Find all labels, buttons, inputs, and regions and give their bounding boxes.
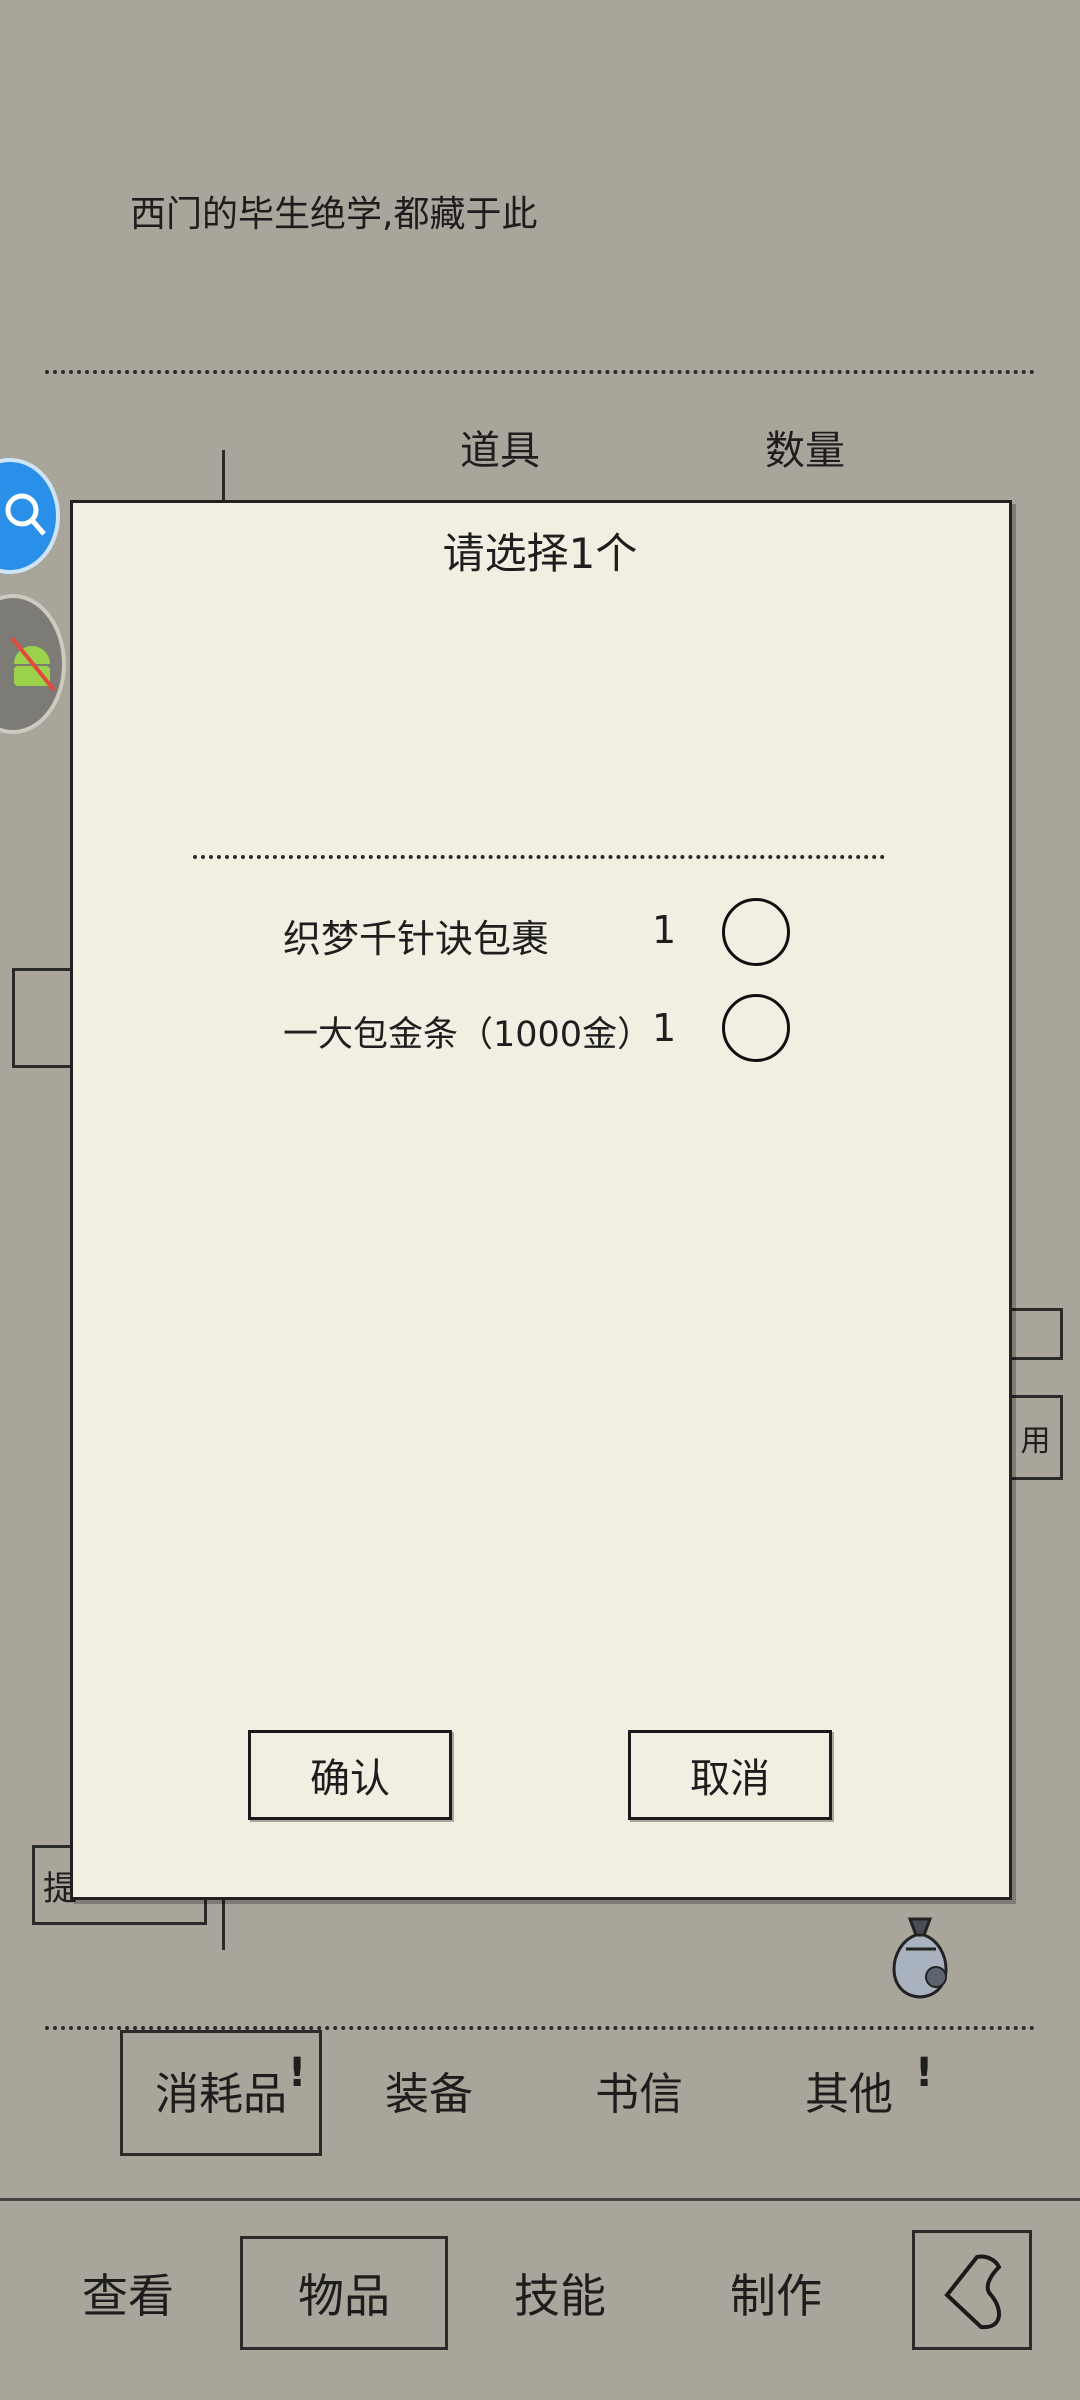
nav-separator: [0, 2198, 1080, 2201]
nav-craft[interactable]: 制作: [730, 2260, 822, 2326]
top-divider: [45, 370, 1035, 374]
back-arrow-icon: [944, 2254, 1002, 2330]
confirm-button-label: 确认: [310, 1756, 390, 1802]
option-quantity: 1: [652, 1006, 677, 1050]
alert-mark: !: [288, 2050, 307, 2096]
nav-items[interactable]: 物品: [298, 2260, 390, 2326]
cancel-button[interactable]: 取消: [628, 1730, 832, 1820]
dialog-divider: [193, 855, 885, 859]
intro-text: 西门的毕生绝学,都藏于此: [130, 194, 538, 235]
tab-consumables[interactable]: 消耗品: [155, 2058, 287, 2122]
android-icon: [10, 636, 56, 692]
tab-equipment[interactable]: 装备: [385, 2058, 473, 2122]
option-radio[interactable]: [722, 994, 790, 1062]
option-radio[interactable]: [722, 898, 790, 966]
option-name: 织梦千针诀包裹: [283, 917, 550, 961]
back-button[interactable]: [912, 2230, 1032, 2350]
list-item-box: [12, 968, 74, 1068]
column-header-quantity: 数量: [765, 428, 845, 474]
option-name: 一大包金条（1000金）: [283, 1015, 653, 1055]
select-dialog: [70, 500, 1012, 1900]
tab-letters[interactable]: 书信: [595, 2058, 683, 2122]
tab-other[interactable]: 其他: [805, 2058, 893, 2122]
use-button[interactable]: 用: [1008, 1395, 1063, 1480]
nav-view[interactable]: 查看: [82, 2260, 174, 2326]
table-divider-bottom: [222, 1900, 225, 1950]
side-box: [1008, 1308, 1063, 1360]
money-bag-icon[interactable]: [880, 1905, 960, 2005]
cancel-button-label: 取消: [690, 1756, 770, 1802]
column-header-item: 道具: [460, 428, 540, 474]
alert-mark: !: [915, 2050, 934, 2096]
debug-float-button[interactable]: [0, 594, 66, 734]
confirm-button[interactable]: 确认: [248, 1730, 452, 1820]
use-button-label: 用: [1020, 1423, 1051, 1459]
nav-skills[interactable]: 技能: [514, 2260, 606, 2326]
option-quantity: 1: [652, 908, 677, 952]
dialog-title: 请选择1个: [442, 529, 638, 578]
